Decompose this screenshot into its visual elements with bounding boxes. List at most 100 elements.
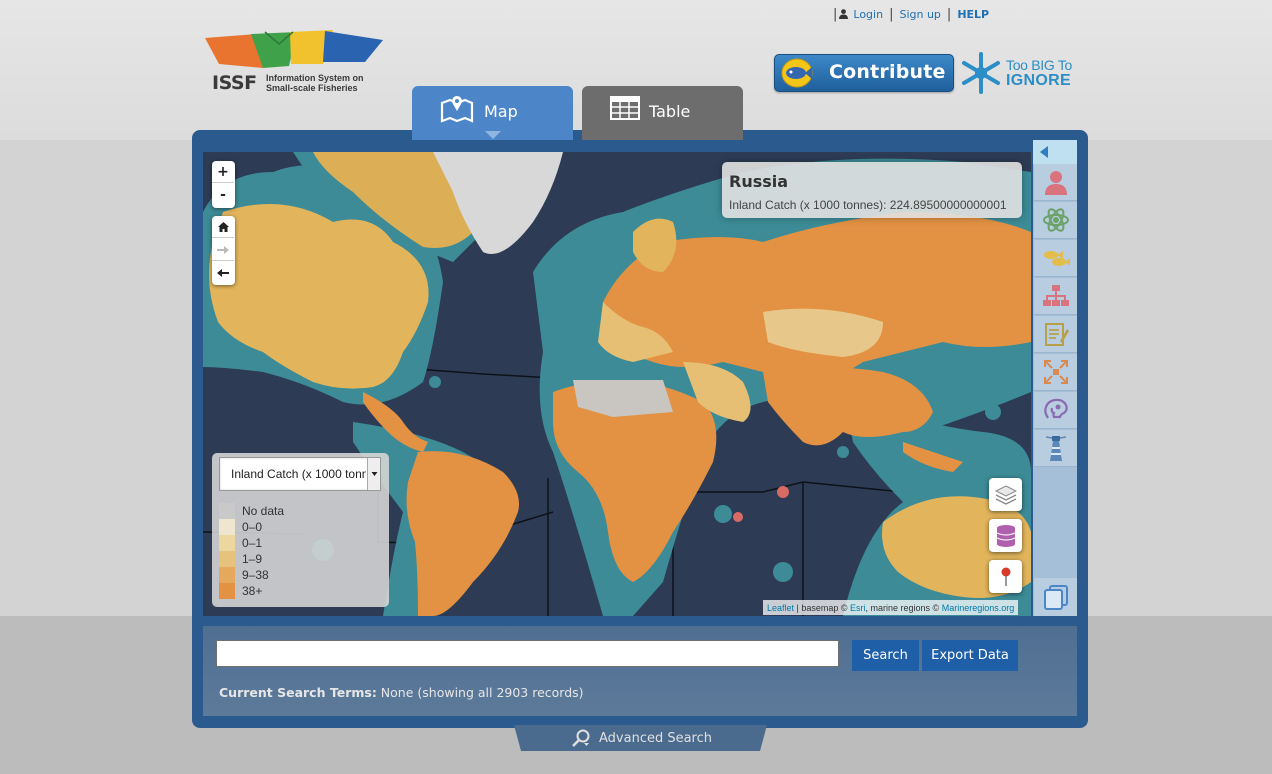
tab-map[interactable]: Map [412,86,573,140]
atom-icon [1042,208,1069,232]
separator: | [889,6,894,22]
advanced-search-label: Advanced Search [599,731,713,746]
tab-table[interactable]: Table [582,86,743,140]
issf-logo[interactable]: ISSF Information System on Small-scale F… [205,28,385,94]
tab-map-label: Map [484,102,518,121]
marineregions-link[interactable]: Marineregions.org [942,603,1015,613]
sidebar-item-species[interactable] [1034,240,1077,277]
legend-swatch [219,583,235,599]
help-link[interactable]: HELP [957,8,989,21]
sidebar-item-experts[interactable] [1034,392,1077,429]
tbti-line1: Too BIG To [1006,57,1073,73]
basemap-text: | basemap © [794,602,851,613]
search-terms-value: None (showing all 2903 records) [376,685,584,700]
sidebar-item-publications[interactable] [1034,316,1077,353]
search-input[interactable] [216,640,839,667]
marker-button[interactable] [989,560,1022,593]
snowflake-icon [962,52,1000,94]
select-arrow[interactable] [367,458,380,490]
zoom-out-button[interactable]: - [212,184,234,206]
logo-subtitle-line2: Small-scale Fisheries [266,83,358,93]
signup-link[interactable]: Sign up [899,8,940,21]
login-link[interactable]: Login [853,8,883,21]
home-button[interactable] [212,216,234,238]
contribute-label: Contribute [829,61,946,83]
pin-icon [1001,567,1010,586]
account-links: | Login | Sign up | HELP [833,6,989,22]
magnifier-icon [572,729,590,747]
sidebar-item-case-studies[interactable] [1034,354,1077,391]
back-button[interactable] [212,262,234,284]
legend-swatch [219,519,235,535]
database-button[interactable] [989,519,1022,552]
user-icon [839,9,849,19]
zoom-in-button[interactable]: + [212,161,234,183]
leaflet-link[interactable]: Leaflet [767,603,794,613]
legend-label: 1–9 [242,552,263,566]
logo-subtitle-line1: Information System on [266,73,364,83]
legend-swatch [219,535,235,551]
esri-link[interactable]: Esri [850,603,866,613]
legend-swatch [219,503,235,519]
legend-item: 1–9 [219,551,262,567]
legend-swatch [219,551,235,567]
country-info-box: Russia Inland Catch (x 1000 tonnes): 224… [722,162,1022,218]
legend-item: 9–38 [219,567,269,583]
collapse-left-icon [1040,146,1048,158]
chevron-down-icon [371,472,378,476]
tab-table-label: Table [649,102,691,121]
copy-icon [1043,585,1068,610]
lighthouse-icon [1045,436,1066,461]
notes-icon [1044,323,1069,346]
fish-icon [1043,251,1070,266]
legend-label: 38+ [242,584,263,598]
zoom-control: + - [212,161,235,208]
sidebar-item-people[interactable] [1034,164,1077,201]
table-icon [610,96,640,120]
search-button[interactable]: Search [852,640,919,671]
sidebar-item-organizations[interactable] [1034,278,1077,315]
sidebar-toggle-button[interactable] [1033,140,1077,164]
metric-select-value: Inland Catch (x 1000 tonnes) [231,467,366,481]
legend-item: 38+ [219,583,262,599]
hierarchy-icon [1042,285,1069,306]
legend-item: 0–1 [219,535,262,551]
sidebar-item-themes[interactable] [1034,202,1077,239]
arrow-right-icon [217,245,229,254]
legend-swatch [219,567,235,583]
database-icon [996,524,1015,547]
country-metric: Inland Catch (x 1000 tonnes): 224.895000… [729,198,1007,212]
separator: | [946,6,952,22]
metric-select[interactable]: Inland Catch (x 1000 tonnes) [219,457,381,491]
navigation-control [212,216,235,285]
tbti-line2: IGNORE [1006,72,1071,89]
separator: | [833,6,838,22]
layers-icon [994,484,1017,505]
marine-text: , marine regions © [865,602,942,613]
legend-label: 0–0 [242,520,263,534]
search-terms-label: Current Search Terms: [219,685,377,700]
boats-logo-icon [205,30,383,68]
advanced-search-button[interactable]: Advanced Search [514,725,767,751]
current-search-terms: Current Search Terms: None (showing all … [219,685,584,700]
tbti-logo[interactable]: Too BIG To IGNORE [959,51,1079,95]
legend-label: No data [242,504,285,518]
legend-label: 9–38 [242,568,269,582]
home-icon [217,221,229,232]
forward-button[interactable] [212,239,234,261]
sidebar-item-copy[interactable] [1034,578,1077,616]
sidebar-item-guidelines[interactable] [1034,430,1077,467]
layers-button[interactable] [989,478,1022,511]
fish-badge-icon [781,58,813,88]
map-icon [440,96,474,123]
legend-label: 0–1 [242,536,263,550]
arrow-left-icon [217,269,229,277]
legend-item: 0–0 [219,519,262,535]
contribute-button[interactable]: Contribute [774,54,954,92]
logo-subtitle: Information System on Small-scale Fisher… [266,73,364,93]
logo-brand: ISSF [212,72,257,94]
expand-icon [1043,360,1068,384]
country-name: Russia [729,172,789,191]
export-data-button[interactable]: Export Data [922,640,1018,671]
person-icon [1044,171,1067,195]
